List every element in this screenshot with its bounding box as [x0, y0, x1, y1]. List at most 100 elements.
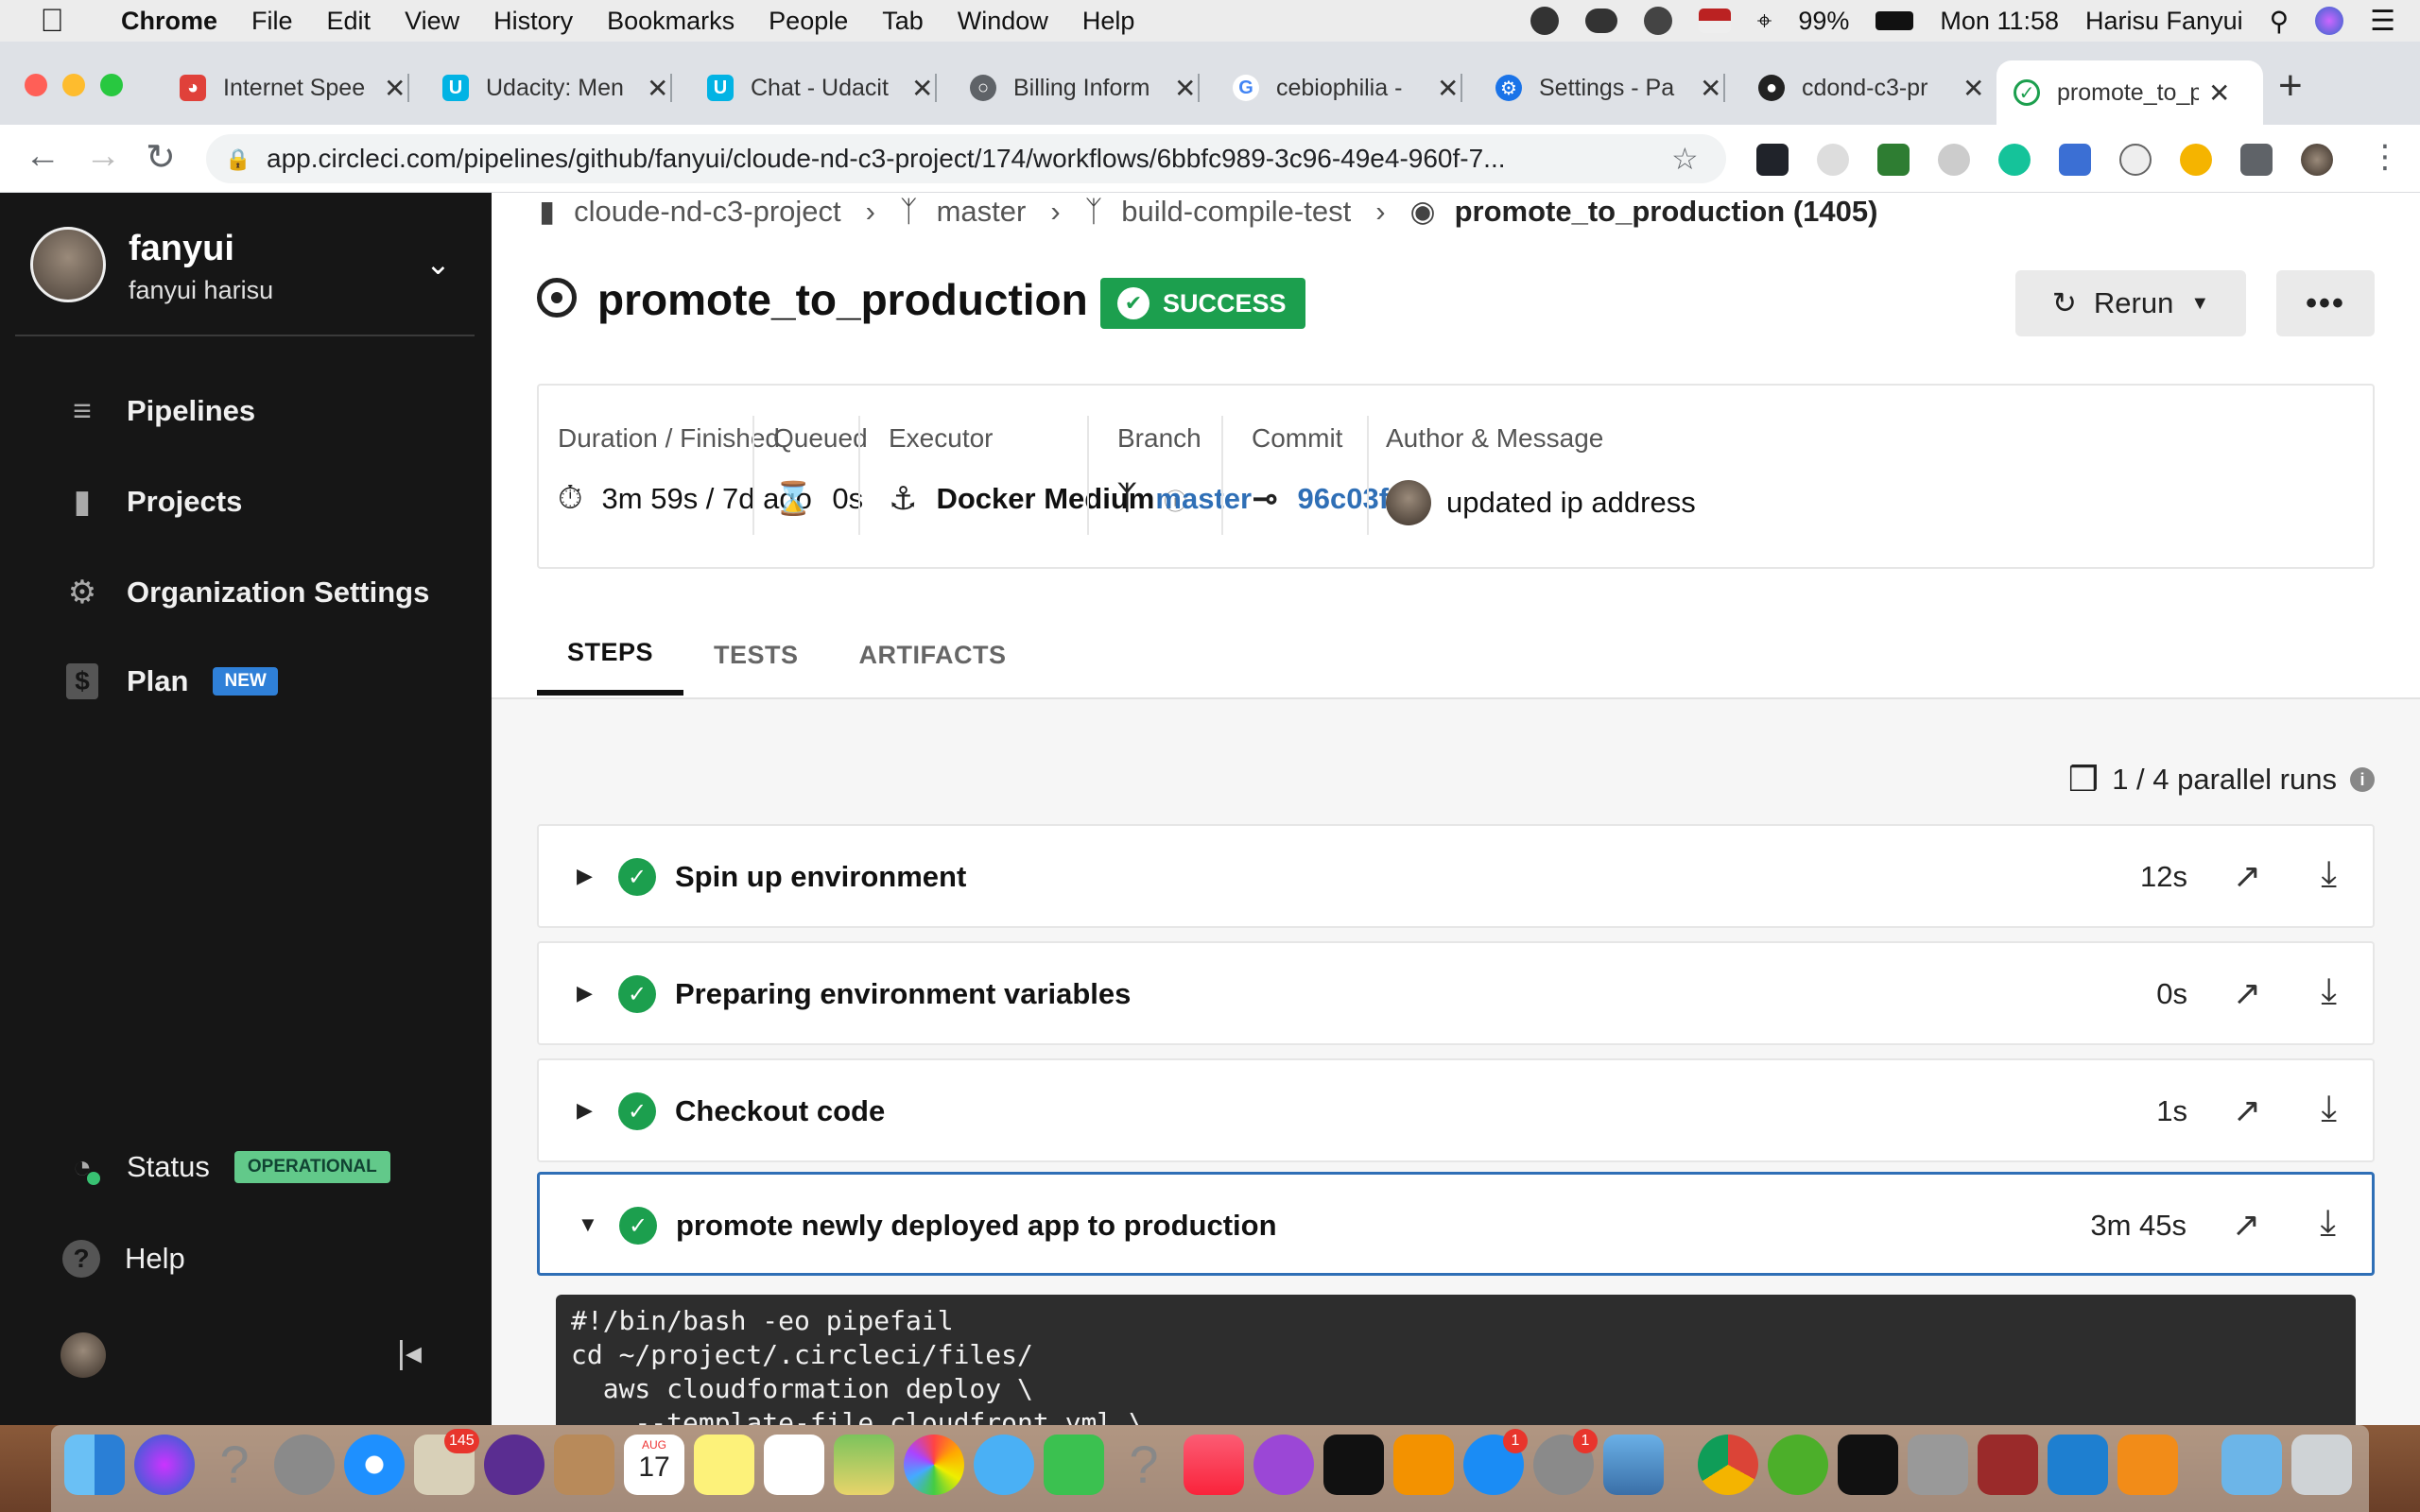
dictionary-icon[interactable]: [1978, 1435, 2038, 1495]
extension-coin-icon[interactable]: [2180, 144, 2212, 176]
extension-code-icon[interactable]: [2119, 144, 2152, 176]
extension-calendar-icon[interactable]: [2059, 144, 2091, 176]
org-name[interactable]: fanyui: [129, 229, 234, 269]
profile-avatar-icon[interactable]: [2301, 144, 2333, 176]
download-icon[interactable]: ⤓: [2321, 1089, 2337, 1129]
siri-icon[interactable]: [2315, 7, 2344, 35]
download-icon[interactable]: ⤓: [2321, 971, 2337, 1012]
menu-people[interactable]: People: [752, 7, 865, 36]
close-window-button[interactable]: [25, 74, 47, 96]
battery-percent[interactable]: 99%: [1798, 7, 1849, 36]
open-external-icon[interactable]: ↗: [2232, 1205, 2260, 1245]
close-tab-icon[interactable]: ✕: [1700, 73, 1721, 104]
caret-right-icon[interactable]: ▶: [577, 981, 593, 1005]
close-tab-icon[interactable]: ✕: [1174, 73, 1196, 104]
step-row[interactable]: ▶ ✓ Preparing environment variables 0s ↗…: [537, 941, 2375, 1045]
sidebar-item-plan[interactable]: $ Plan NEW: [62, 663, 278, 699]
close-tab-icon[interactable]: ✕: [1962, 73, 1984, 104]
tab-billing[interactable]: ○ Billing Inform ✕: [953, 60, 1201, 115]
tab-circleci-active[interactable]: ✓ promote_to_p ✕: [1996, 60, 2263, 125]
vscode-icon[interactable]: [2048, 1435, 2108, 1495]
back-arrow-icon[interactable]: ←: [25, 136, 60, 177]
sidebar-item-pipelines[interactable]: ≡ Pipelines: [62, 391, 255, 431]
org-avatar[interactable]: [30, 227, 106, 302]
chevron-down-icon[interactable]: ⌄: [425, 246, 451, 282]
reload-icon[interactable]: ↻: [146, 136, 176, 179]
trash-icon[interactable]: [2291, 1435, 2352, 1495]
sidebar-item-projects[interactable]: ▮ Projects: [62, 482, 243, 522]
menu-file[interactable]: File: [234, 7, 310, 36]
spotlight-search-icon[interactable]: ⚲: [2270, 6, 2290, 37]
facetime-icon[interactable]: [1044, 1435, 1104, 1495]
info-icon[interactable]: i: [2350, 767, 2375, 792]
menu-edit[interactable]: Edit: [310, 7, 389, 36]
music-icon[interactable]: [1184, 1435, 1244, 1495]
reminders-icon[interactable]: [764, 1435, 824, 1495]
unknown-app-icon[interactable]: ?: [1114, 1435, 1174, 1495]
address-bar[interactable]: 🔒 app.circleci.com/pipelines/github/fany…: [206, 134, 1726, 183]
breadcrumb-project[interactable]: cloude-nd-c3-project: [574, 195, 841, 229]
lock-icon[interactable]: 🔒: [225, 147, 251, 171]
safari-icon[interactable]: [344, 1435, 405, 1495]
open-external-icon[interactable]: ↗: [2233, 856, 2261, 896]
collapse-sidebar-icon[interactable]: |◂: [397, 1334, 422, 1372]
tab-steps[interactable]: STEPS: [537, 614, 684, 696]
menu-bookmarks[interactable]: Bookmarks: [590, 7, 752, 36]
terminal-icon[interactable]: [1838, 1435, 1898, 1495]
extension-circle-icon[interactable]: [1817, 144, 1849, 176]
download-icon[interactable]: ⤓: [2320, 1203, 2336, 1244]
download-icon[interactable]: ⤓: [2321, 854, 2337, 895]
maps-icon[interactable]: [834, 1435, 894, 1495]
close-tab-icon[interactable]: ✕: [384, 73, 406, 104]
close-tab-icon[interactable]: ✕: [647, 73, 668, 104]
finder-icon[interactable]: [64, 1435, 125, 1495]
launchpad-icon[interactable]: [274, 1435, 335, 1495]
preview-icon[interactable]: [1603, 1435, 1664, 1495]
notes-icon[interactable]: [694, 1435, 754, 1495]
caret-down-icon[interactable]: ▼: [578, 1212, 598, 1237]
cors-extension-icon[interactable]: [1877, 144, 1910, 176]
siri-icon[interactable]: [134, 1435, 195, 1495]
tab-internet-speed[interactable]: ◕ Internet Spee ✕: [163, 60, 410, 115]
tab-settings[interactable]: ⚙ Settings - Pa ✕: [1478, 60, 1726, 115]
wifi-icon[interactable]: ⌖: [1757, 6, 1772, 37]
tab-github-repo[interactable]: ● cdond-c3-pr ✕: [1741, 60, 1984, 115]
caret-right-icon[interactable]: ▶: [577, 1098, 593, 1123]
messages-icon[interactable]: [974, 1435, 1034, 1495]
calculator-icon[interactable]: [1908, 1435, 1968, 1495]
open-external-icon[interactable]: ↗: [2233, 973, 2261, 1013]
tab-tests[interactable]: TESTS: [683, 614, 829, 696]
tab-udacity-mentor[interactable]: U Udacity: Men ✕: [425, 60, 673, 115]
close-tab-icon[interactable]: ✕: [1437, 73, 1459, 104]
tab-google-search[interactable]: G cebiophilia - ✕: [1216, 60, 1463, 115]
react-devtools-icon[interactable]: [1756, 144, 1789, 176]
url-text[interactable]: app.circleci.com/pipelines/github/fanyui…: [267, 144, 1666, 174]
sidebar-item-organization-settings[interactable]: ⚙ Organization Settings: [62, 573, 430, 612]
wordpress-icon[interactable]: [1643, 7, 1672, 35]
sidebar-item-help[interactable]: ? Help: [62, 1240, 185, 1278]
utorrent-icon[interactable]: [1768, 1435, 1828, 1495]
photos-icon[interactable]: [904, 1435, 964, 1495]
apple-tv-icon[interactable]: [1323, 1435, 1384, 1495]
us-flag-icon[interactable]: [1698, 9, 1731, 33]
chrome-menu-icon[interactable]: ⋮: [2369, 138, 2401, 176]
rerun-button[interactable]: ↻ Rerun ▼: [2015, 270, 2246, 336]
cloud-upload-icon[interactable]: [1584, 9, 1617, 33]
podcasts-icon[interactable]: [1253, 1435, 1314, 1495]
calendar-icon[interactable]: AUG 17: [624, 1435, 684, 1495]
zoom-window-button[interactable]: [100, 74, 123, 96]
tab-udacity-chat[interactable]: U Chat - Udacit ✕: [690, 60, 938, 115]
sublime-text-icon[interactable]: [2118, 1435, 2178, 1495]
podcast-app-icon[interactable]: [484, 1435, 544, 1495]
close-tab-icon[interactable]: ✕: [2208, 77, 2230, 109]
user-avatar[interactable]: [60, 1332, 106, 1378]
menu-clock[interactable]: Mon 11:58: [1940, 7, 2059, 36]
open-external-icon[interactable]: ↗: [2233, 1091, 2261, 1130]
extension-cluster-icon[interactable]: [1938, 144, 1970, 176]
forward-arrow-icon[interactable]: →: [85, 136, 121, 177]
breadcrumb-branch[interactable]: master: [937, 195, 1027, 229]
tab-artifacts[interactable]: ARTIFACTS: [829, 614, 1037, 696]
chrome-icon[interactable]: [1698, 1435, 1758, 1495]
menu-history[interactable]: History: [476, 7, 590, 36]
step-row-expanded[interactable]: ▼ ✓ promote newly deployed app to produc…: [537, 1172, 2375, 1276]
